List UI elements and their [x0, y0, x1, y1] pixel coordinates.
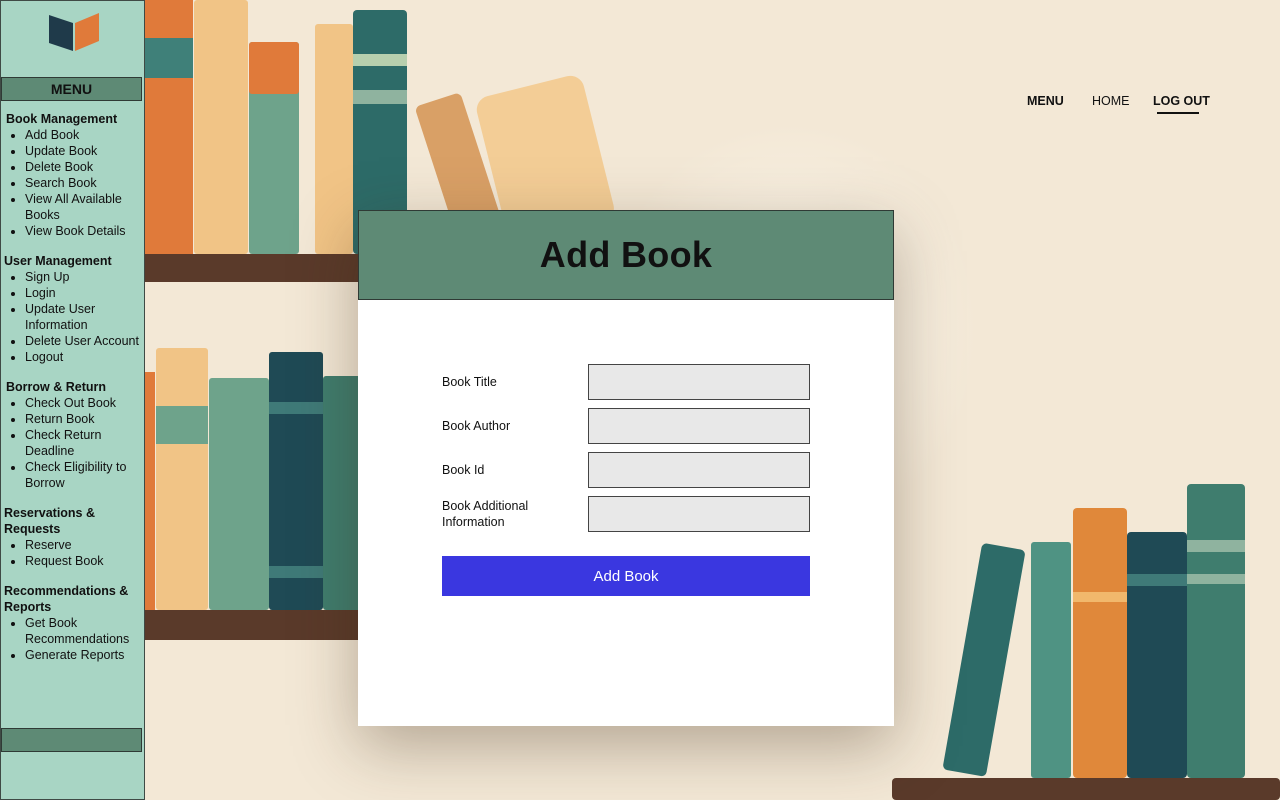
sidebar-section-borrow-return: Borrow & Return Check Out Book Return Bo… [1, 379, 142, 491]
book-additional-info-input[interactable] [588, 496, 810, 532]
panel-header: Add Book [358, 210, 894, 300]
open-book-icon [49, 13, 99, 51]
sidebar-menu-header: MENU [1, 77, 142, 101]
nav-home-link[interactable]: HOME [1092, 94, 1130, 108]
book-id-input[interactable] [588, 452, 810, 488]
sidebar-item-request-book[interactable]: Request Book [25, 553, 142, 569]
sidebar-item-sign-up[interactable]: Sign Up [25, 269, 142, 285]
sidebar-item-reserve[interactable]: Reserve [25, 537, 142, 553]
form-row-book-id: Book Id [442, 452, 812, 488]
sidebar-section-title: Recommendations & Reports [4, 584, 129, 614]
sidebar-section-title: Reservations & Requests [4, 506, 96, 536]
add-book-panel: Add Book Book Title Book Author Book Id … [358, 210, 894, 726]
sidebar-section-user-management: User Management Sign Up Login Update Use… [1, 253, 142, 365]
sidebar-item-view-book-details[interactable]: View Book Details [25, 223, 142, 239]
sidebar-item-login[interactable]: Login [25, 285, 142, 301]
sidebar-footer-bar [1, 728, 142, 752]
nav-active-underline [1157, 112, 1199, 114]
sidebar-item-get-recommendations[interactable]: Get Book Recommendations [25, 615, 142, 647]
sidebar-item-check-out-book[interactable]: Check Out Book [25, 395, 142, 411]
nav-menu-link[interactable]: MENU [1027, 94, 1064, 108]
form-row-book-title: Book Title [442, 364, 812, 400]
sidebar-item-check-eligibility[interactable]: Check Eligibility to Borrow [25, 459, 142, 491]
sidebar-item-view-all-books[interactable]: View All Available Books [25, 191, 142, 223]
form-row-book-additional-info: Book Additional Information [442, 496, 812, 532]
sidebar-section-book-management: Book Management Add Book Update Book Del… [1, 111, 142, 239]
sidebar-section-recommendations: Recommendations & Reports Get Book Recom… [1, 583, 142, 663]
sidebar-section-reservations: Reservations & Requests Reserve Request … [1, 505, 142, 569]
sidebar-section-title: Borrow & Return [6, 380, 106, 394]
sidebar-item-update-user[interactable]: Update User Information [25, 301, 142, 333]
sidebar-item-return-book[interactable]: Return Book [25, 411, 142, 427]
sidebar-item-search-book[interactable]: Search Book [25, 175, 142, 191]
nav-logout-link[interactable]: LOG OUT [1153, 94, 1210, 108]
form-row-book-author: Book Author [442, 408, 812, 444]
book-title-input[interactable] [588, 364, 810, 400]
page-title: Add Book [539, 234, 713, 275]
sidebar-item-check-return-deadline[interactable]: Check Return Deadline [25, 427, 142, 459]
sidebar-item-delete-user[interactable]: Delete User Account [25, 333, 142, 349]
book-title-label: Book Title [442, 375, 497, 389]
sidebar-sections: Book Management Add Book Update Book Del… [1, 111, 142, 677]
sidebar-section-title: User Management [4, 254, 112, 268]
book-additional-info-label: Book Additional Information [442, 499, 529, 529]
sidebar: MENU Book Management Add Book Update Boo… [0, 0, 145, 800]
sidebar-item-add-book[interactable]: Add Book [25, 127, 142, 143]
add-book-button[interactable]: Add Book [442, 556, 810, 596]
book-id-label: Book Id [442, 463, 485, 477]
book-author-label: Book Author [442, 419, 511, 433]
sidebar-item-generate-reports[interactable]: Generate Reports [25, 647, 142, 663]
sidebar-item-update-book[interactable]: Update Book [25, 143, 142, 159]
sidebar-item-delete-book[interactable]: Delete Book [25, 159, 142, 175]
book-author-input[interactable] [588, 408, 810, 444]
sidebar-section-title: Book Management [6, 112, 118, 126]
sidebar-item-logout[interactable]: Logout [25, 349, 142, 365]
